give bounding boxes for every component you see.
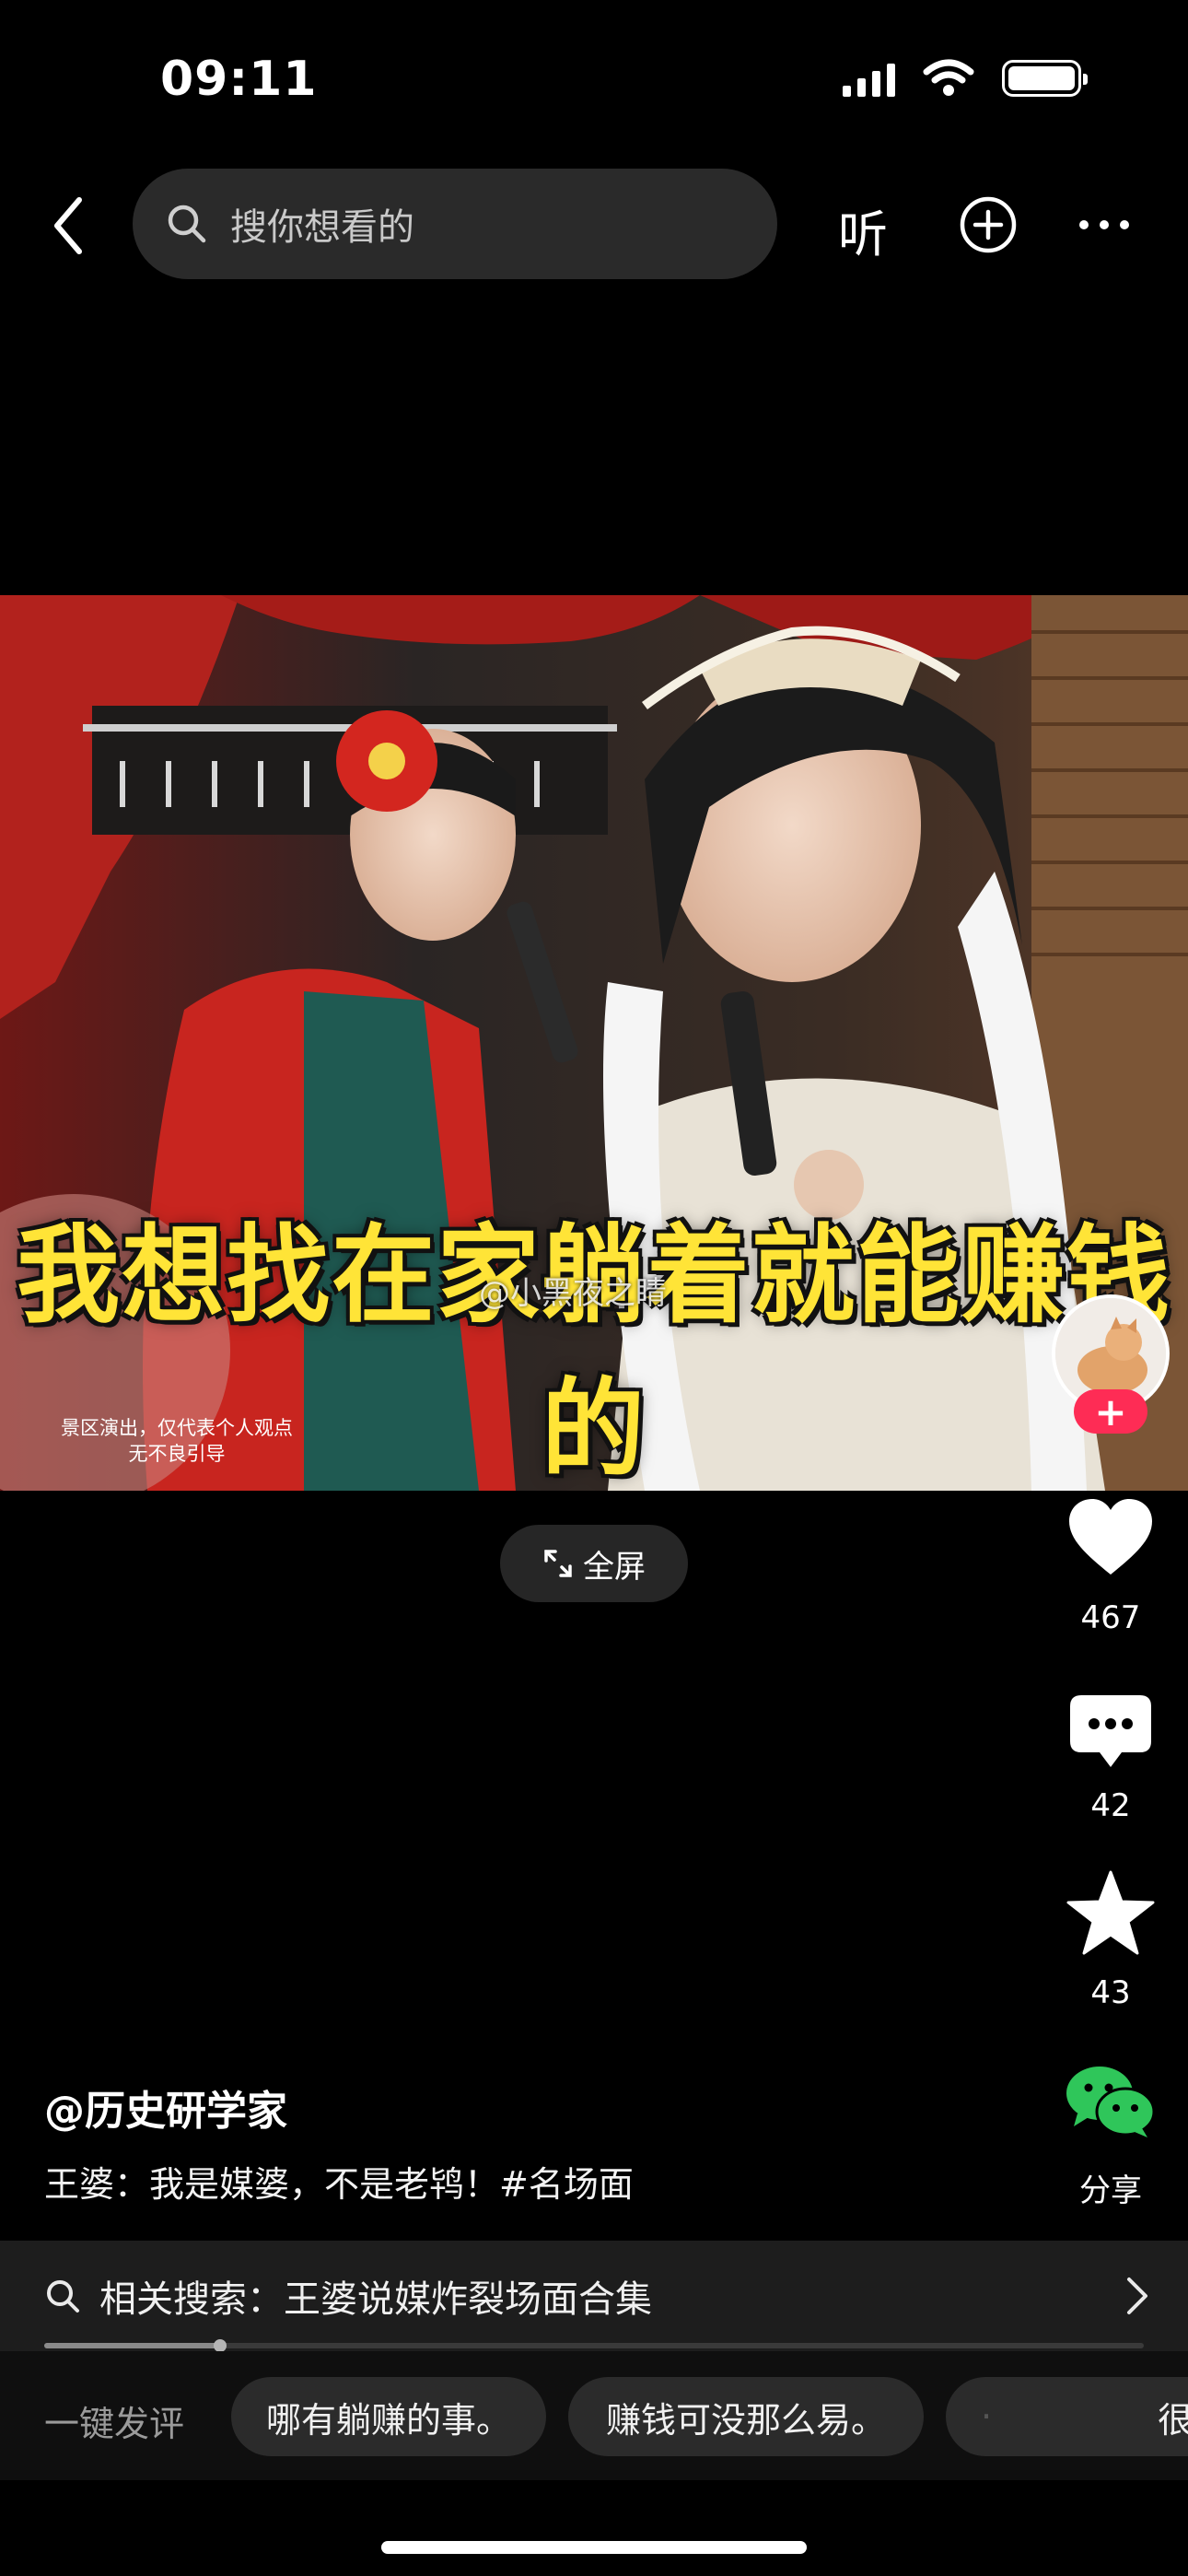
author-name[interactable]: @历史研学家 [44, 2078, 287, 2137]
search-placeholder: 搜你想看的 [230, 206, 414, 249]
star-icon [1066, 1870, 1155, 1955]
comment-button[interactable] [1065, 1693, 1157, 1771]
video-progress-bar[interactable] [44, 2339, 1144, 2352]
video-caption: 王婆：我是媒婆，不是老鸨！#名场面 [44, 2164, 634, 2205]
chevron-left-icon [54, 197, 82, 254]
video-watermark: @小黑夜之睛 [479, 1275, 667, 1312]
quick-comment-chip[interactable]: 哪有躺赚的事。 [231, 2377, 546, 2456]
back-button[interactable] [41, 189, 96, 263]
like-button[interactable] [1065, 1497, 1157, 1576]
wifi-icon [923, 59, 974, 96]
follow-button[interactable]: + [1074, 1389, 1147, 1434]
home-indicator [381, 2541, 807, 2554]
heart-icon [1069, 1499, 1152, 1575]
quick-comment-chip[interactable]: 赚钱可没那么易。 [568, 2377, 924, 2456]
video-player[interactable]: 我想找在家躺着就能赚钱的 @小黑夜之睛 景区演出，仅代表个人观点 无不良引导 [0, 595, 1188, 1491]
listen-button[interactable]: 听 [838, 193, 888, 266]
share-label: 分享 [1079, 2172, 1142, 2209]
status-icons [843, 59, 1088, 98]
comment-icon [1070, 1695, 1151, 1767]
battery-icon [1002, 60, 1088, 97]
search-icon [168, 205, 206, 243]
favorite-count: 43 [1090, 1974, 1131, 2011]
like-count: 467 [1080, 1599, 1141, 1636]
more-options-icon[interactable] [1079, 195, 1140, 254]
quick-comment-chip[interactable]: · 很 [946, 2377, 1188, 2456]
favorite-button[interactable] [1065, 1870, 1157, 1955]
fullscreen-button[interactable]: 全屏 [500, 1525, 688, 1602]
search-input[interactable]: 搜你想看的 [133, 169, 777, 279]
video-disclaimer: 景区演出，仅代表个人观点 无不良引导 [61, 1417, 293, 1465]
comment-count: 42 [1090, 1787, 1131, 1824]
plus-circle-icon [960, 196, 1017, 253]
progress-handle[interactable] [214, 2339, 227, 2352]
search-icon [47, 2280, 79, 2313]
related-search-bar[interactable]: 相关搜索：王婆说媒炸裂场面合集 [0, 2241, 1188, 2351]
status-time: 09:11 [160, 52, 318, 107]
chevron-right-icon [1127, 2277, 1147, 2314]
quick-comment-label: 一键发评 [44, 2404, 185, 2444]
cellular-signal-icon [843, 60, 895, 97]
progress-fill [44, 2343, 221, 2348]
expand-icon [544, 1550, 572, 1577]
share-button[interactable] [1065, 2064, 1157, 2141]
add-button[interactable] [959, 195, 1018, 254]
related-search-text: 相关搜索：王婆说媒炸裂场面合集 [99, 2278, 652, 2321]
fullscreen-label: 全屏 [583, 1548, 646, 1586]
wechat-icon [1066, 2067, 1156, 2137]
